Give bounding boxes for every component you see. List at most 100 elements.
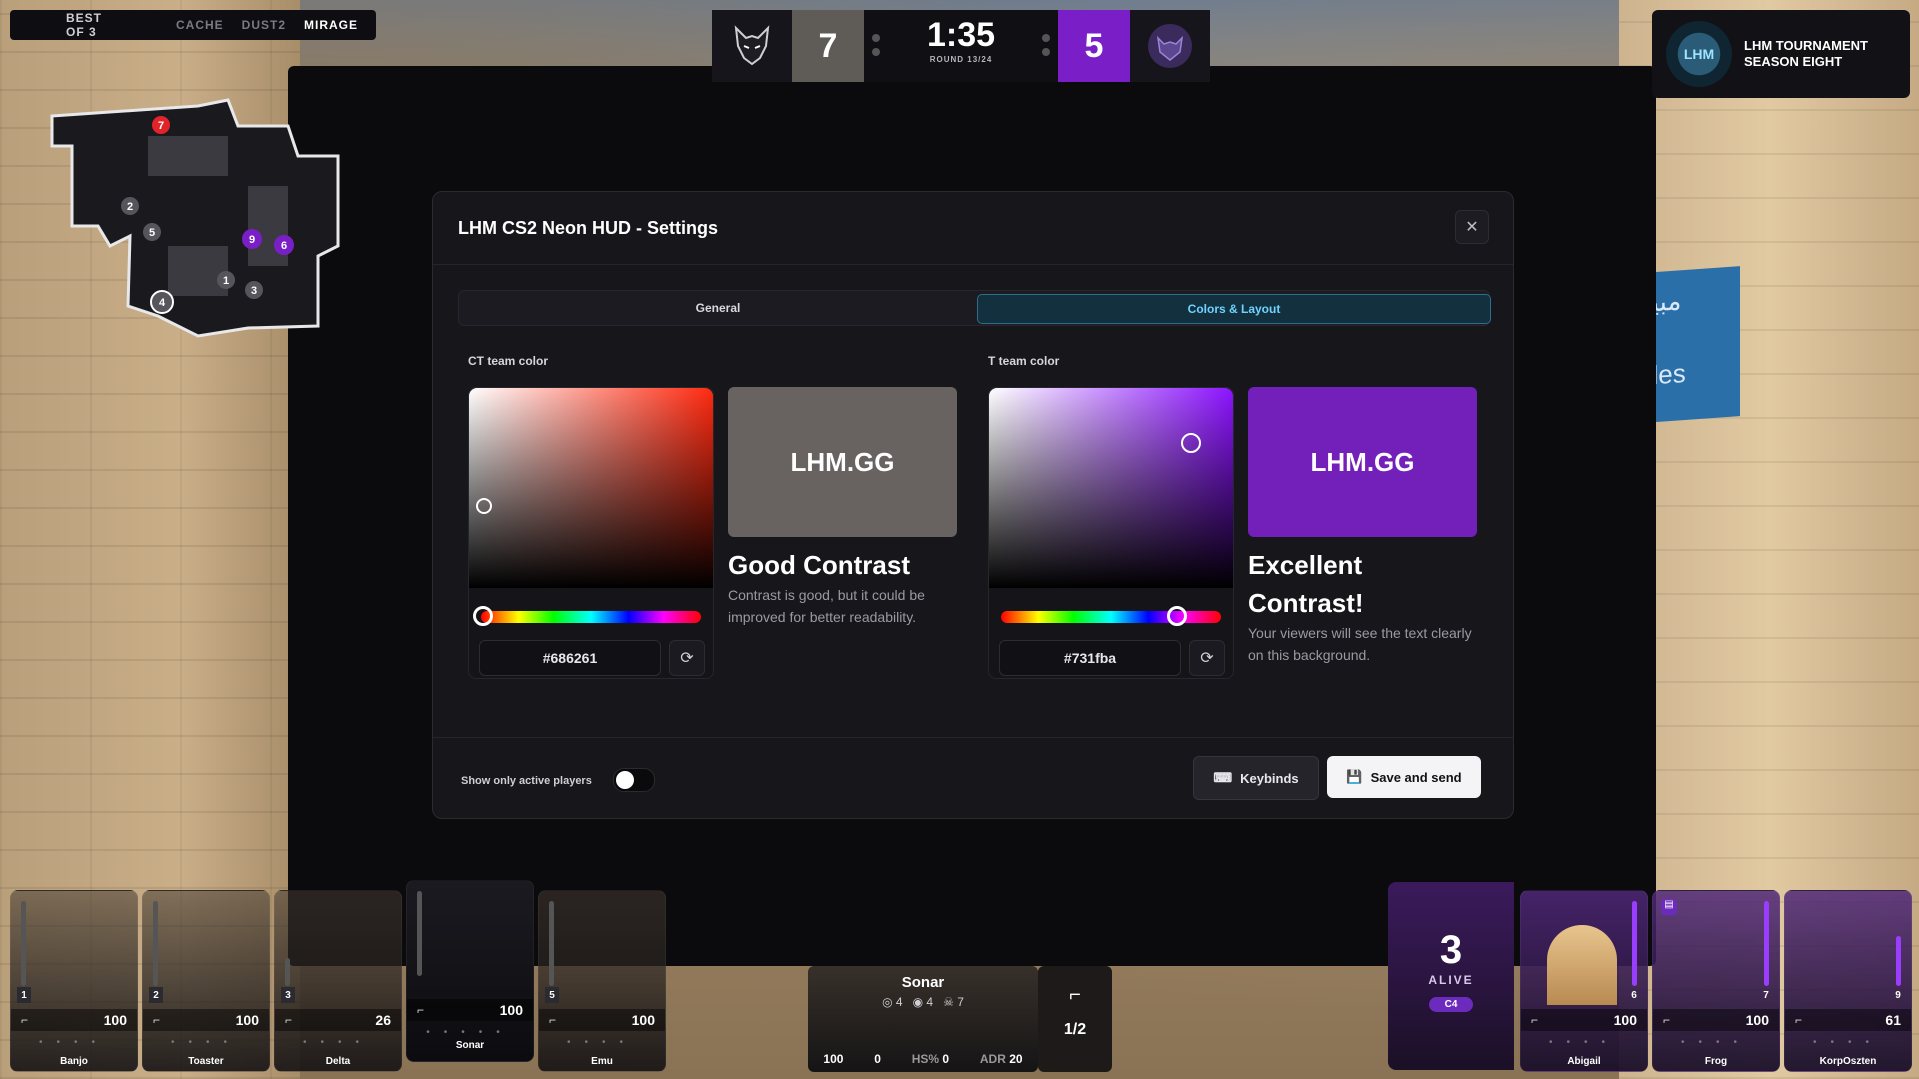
health-bar — [417, 891, 422, 976]
modal-title: LHM CS2 Neon HUD - Settings — [458, 218, 719, 238]
utility-dots: •••• — [1680, 1037, 1751, 1048]
round-timer: 1:35 ROUND 13/24 — [864, 10, 1058, 82]
reset-icon: ⟳ — [680, 650, 694, 667]
t-saturation-handle[interactable] — [1181, 433, 1201, 453]
player-hp: 61 — [1885, 1012, 1901, 1028]
alive-label: ALIVE — [1428, 973, 1474, 987]
player-card[interactable]: ▤ 7 ⌐ 100 •••• Frog — [1652, 890, 1780, 1072]
divider — [433, 737, 1513, 738]
utility-dots: •••• — [1812, 1037, 1883, 1048]
tab-colors-layout[interactable]: Colors & Layout — [977, 294, 1491, 324]
player-slot: 5 — [545, 987, 559, 1003]
marker-6: 6 — [281, 240, 287, 252]
ct-hue-handle[interactable] — [473, 606, 493, 626]
active-players-toggle[interactable] — [613, 768, 655, 792]
observed-assists: 4 — [926, 995, 934, 1009]
ct-contrast-desc: Contrast is good, but it could be improv… — [728, 587, 925, 625]
ct-reset-button[interactable]: ⟳ — [669, 640, 705, 676]
ct-saturation-area[interactable] — [469, 388, 713, 588]
gun-icon: ⌐ — [1663, 1013, 1671, 1027]
player-stats: ⌐ 100 — [1521, 1009, 1647, 1031]
tournament-name: LHM TOURNAMENT — [1744, 38, 1868, 53]
ammo-panel: ⌐ 1/2 — [1038, 966, 1112, 1072]
tournament-shield-icon: LHM — [1666, 21, 1732, 87]
observed-hp: 100 — [823, 1052, 844, 1066]
t-hue-handle[interactable] — [1167, 606, 1187, 626]
ct-hex-input[interactable]: #686261 — [479, 640, 661, 676]
utility-dots: ••••• — [426, 1027, 514, 1038]
ct-contrast-title: Good Contrast — [728, 550, 910, 580]
player-name: Delta — [325, 1056, 351, 1067]
t-saturation-area[interactable] — [989, 388, 1233, 588]
t-contrast-desc: Your viewers will see the text clearly o… — [1248, 625, 1472, 663]
tab-general[interactable]: General — [462, 294, 974, 322]
t-preview-box: LHM.GG — [1248, 387, 1477, 537]
observed-deaths: 7 — [957, 995, 964, 1009]
player-card[interactable]: 2 ⌐ 100 •••• Toaster — [142, 890, 270, 1072]
assists-icon: ◉ — [912, 995, 924, 1009]
keybinds-button[interactable]: ⌨ Keybinds — [1193, 756, 1319, 800]
player-hp: 100 — [631, 1012, 655, 1028]
player-name: Sonar — [455, 1040, 485, 1051]
marker-7: 7 — [158, 120, 164, 132]
marker-1: 1 — [223, 275, 229, 287]
player-card[interactable]: 5 ⌐ 100 •••• Emu — [538, 890, 666, 1072]
gun-icon: ⌐ — [1531, 1013, 1539, 1027]
t-hue-slider[interactable] — [1001, 611, 1221, 623]
gun-icon: ⌐ — [153, 1013, 161, 1027]
hs-label: HS% — [911, 1052, 940, 1066]
utility-dots: •••• — [1548, 1037, 1619, 1048]
marker-9: 9 — [249, 234, 255, 246]
player-stats: ⌐ 100 — [143, 1009, 269, 1031]
minimap: 7 2 5 9 6 1 3 4 — [50, 98, 340, 338]
ct-preview-box: LHM.GG — [728, 387, 957, 537]
wolf-icon — [734, 25, 770, 66]
player-slot: 6 — [1631, 989, 1637, 1001]
player-card[interactable]: 6 ⌐ 100 •••• Abigail — [1520, 890, 1648, 1072]
player-stats: ⌐ 100 — [11, 1009, 137, 1031]
ct-round-dot — [872, 48, 880, 56]
player-name: Emu — [591, 1056, 613, 1067]
gun-icon: ⌐ — [1795, 1013, 1803, 1027]
player-card[interactable]: 9 ⌐ 61 •••• KorpOszten — [1784, 890, 1912, 1072]
close-button[interactable]: ✕ — [1455, 210, 1489, 244]
t-reset-button[interactable]: ⟳ — [1189, 640, 1225, 676]
deaths-icon: ☠ — [943, 995, 954, 1009]
save-and-send-button[interactable]: 💾 Save and send — [1327, 756, 1481, 798]
keyboard-icon: ⌨ — [1213, 770, 1233, 785]
observed-name: Sonar — [901, 974, 945, 991]
map-cache: CACHE — [175, 18, 224, 32]
health-bar — [549, 901, 554, 986]
round-label: ROUND 13/24 — [929, 55, 993, 64]
alive-counter: 3 ALIVE C4 — [1388, 882, 1514, 1070]
ct-hue-slider[interactable] — [481, 611, 701, 623]
tab-bar: General Colors & Layout — [458, 290, 1491, 326]
player-avatar — [1547, 925, 1617, 1005]
observed-kda: ◎ 4 ◉ 4 ☠ 7 — [808, 995, 1038, 1009]
divider — [433, 264, 1513, 265]
player-slot: 2 — [149, 987, 163, 1003]
player-card[interactable]: 3 ⌐ 26 •••• Delta — [274, 890, 402, 1072]
ammo-count: 1/2 — [1063, 1021, 1087, 1038]
marker-3: 3 — [251, 285, 257, 297]
ct-color-label: CT team color — [468, 354, 549, 368]
t-hex-input[interactable]: #731fba — [999, 640, 1181, 676]
observed-player-panel: Sonar ◎ 4 ◉ 4 ☠ 7 100 0 HS% 0 ADR 20 — [808, 966, 1038, 1072]
scoreboard: 7 1:35 ROUND 13/24 5 — [712, 10, 1210, 82]
ct-saturation-handle[interactable] — [476, 498, 492, 514]
utility-dots: •••• — [566, 1037, 637, 1048]
gun-icon: ⌐ — [417, 1003, 425, 1017]
player-card[interactable]: 1 ⌐ 100 •••• Banjo — [10, 890, 138, 1072]
observed-bottom-stats: 100 0 HS% 0 ADR 20 — [808, 1052, 1038, 1066]
gun-icon: ⌐ — [21, 1013, 29, 1027]
player-card-observed[interactable]: ⌐ 100 ••••• Sonar — [406, 880, 534, 1062]
observed-adr: 20 — [1009, 1052, 1023, 1066]
keybinds-label: Keybinds — [1240, 770, 1299, 786]
map-dust2: DUST2 — [241, 18, 286, 32]
marker-2: 2 — [127, 201, 133, 213]
best-of-label: BEST OF 3 — [66, 11, 103, 39]
adr-label: ADR — [979, 1052, 1006, 1066]
bomb-icon: ▤ — [1661, 899, 1677, 915]
toggle-knob — [616, 771, 634, 789]
toggle-label: Show only active players — [461, 775, 592, 787]
